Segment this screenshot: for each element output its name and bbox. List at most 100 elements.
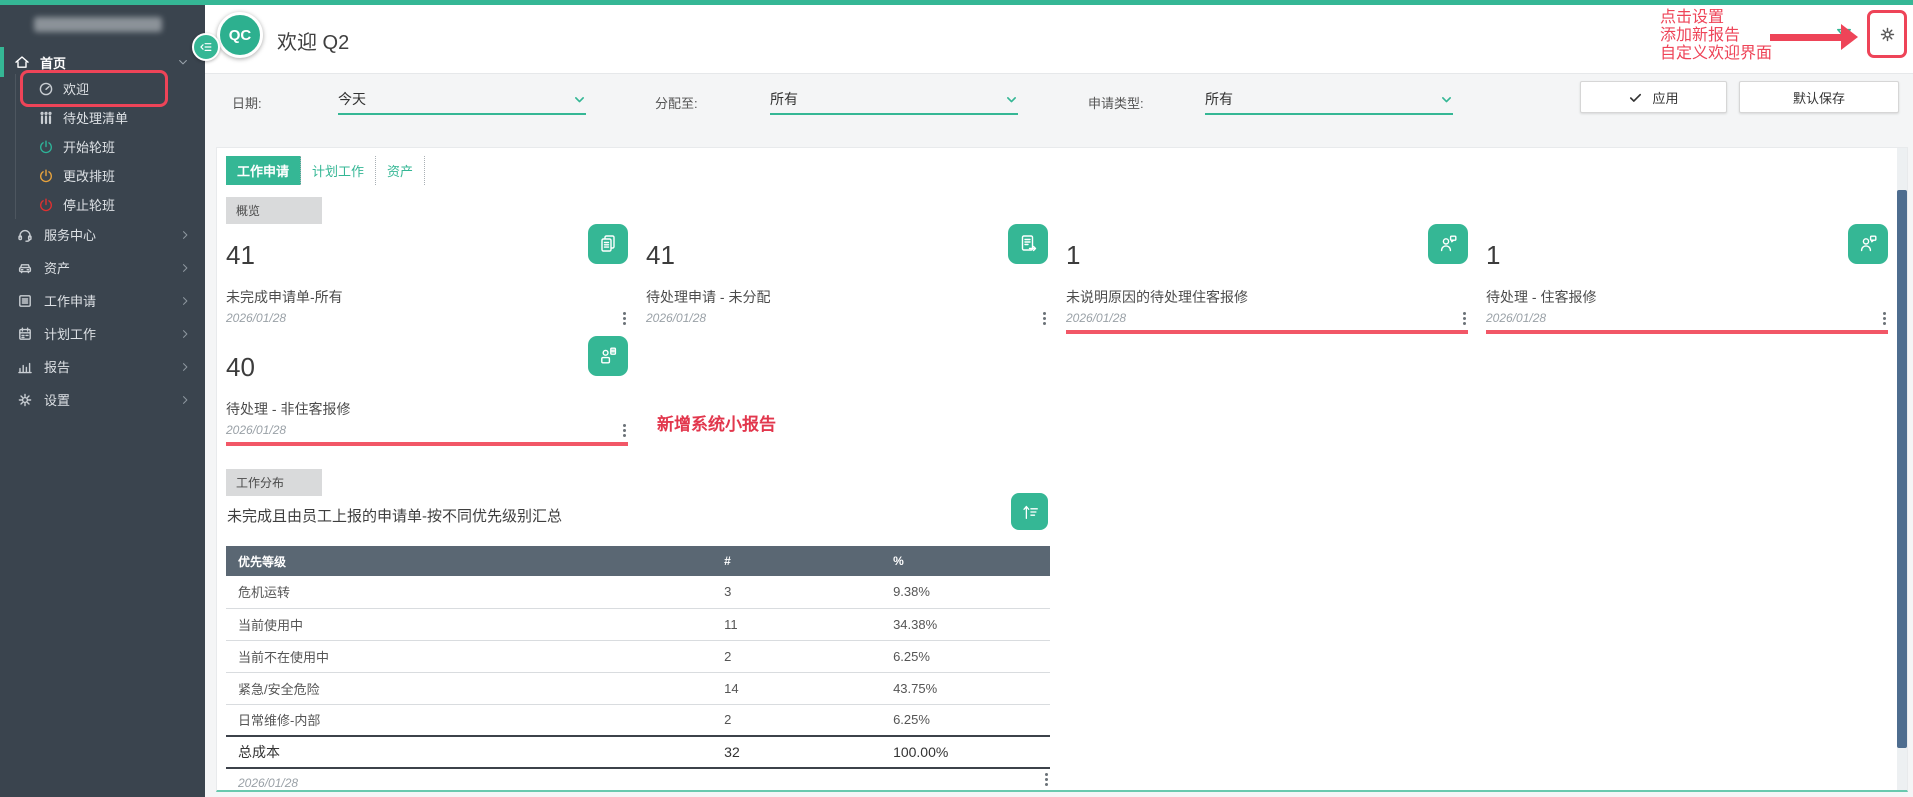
date-filter-label: 日期: [232, 96, 262, 111]
sidebar-item-label: 服务中心 [44, 228, 97, 243]
assigned-filter-select[interactable]: 所有 [770, 85, 1018, 115]
col-priority: 优先等级 [226, 546, 713, 576]
kpi-card-4[interactable]: 40 待处理 - 非住客报修 2026/01/28 [226, 336, 628, 446]
assigned-filter-label: 分配至: [655, 96, 698, 111]
sidebar-subitem-label: 停止轮班 [63, 198, 116, 213]
top-accent-bar [0, 0, 1913, 5]
kpi-date: 2026/01/28 [646, 311, 707, 325]
kpi-card-1[interactable]: 41 待处理申请 - 未分配 2026/01/28 [646, 224, 1048, 334]
chevron-right-icon [179, 295, 191, 307]
sidebar-item-home[interactable]: 首页 [0, 47, 205, 77]
type-filter-select[interactable]: 所有 [1205, 85, 1453, 115]
scrollbar-thumb[interactable] [1897, 190, 1907, 748]
table-row: 日常维修-内部 2 6.25% [226, 704, 1050, 737]
sidebar-item-label: 资产 [44, 261, 71, 276]
scrollbar-track[interactable] [1897, 148, 1907, 790]
settings-gear-icon[interactable] [1879, 26, 1896, 43]
chevron-down-icon [573, 93, 586, 106]
kpi-date: 2026/01/28 [1486, 311, 1547, 325]
sidebar-item-label: 工作申请 [44, 294, 97, 309]
sidebar-subitem-3[interactable]: 更改排班 [16, 161, 205, 190]
kpi-label: 待处理 - 非住客报修 [226, 401, 351, 417]
card-menu-dots[interactable] [623, 428, 626, 432]
avatar[interactable]: QC [217, 12, 263, 58]
check-icon [1628, 90, 1643, 105]
assigned-filter-value: 所有 [770, 91, 798, 107]
annotation-line: 自定义欢迎界面 [1660, 45, 1773, 62]
reports-icon [17, 359, 34, 375]
kpi-card-3[interactable]: 1 待处理 - 住客报修 2026/01/28 [1486, 224, 1888, 334]
work-request-icon [17, 293, 34, 309]
chevron-down-icon [177, 56, 189, 68]
kpi-label: 未说明原因的待处理住客报修 [1066, 289, 1248, 305]
sidebar-item-3[interactable]: 计划工作 [0, 317, 205, 350]
table-row: 当前使用中 11 34.38% [226, 608, 1050, 641]
kpi-cards: 41 未完成申请单-所有 2026/01/28 41 待处理申请 - 未分配 2… [226, 224, 1906, 446]
save-default-label: 默认保存 [1792, 90, 1845, 106]
sidebar-item-1[interactable]: 资产 [0, 251, 205, 284]
apply-button-label: 应用 [1652, 90, 1679, 106]
tab-2[interactable]: 资产 [376, 156, 426, 185]
sidebar-subitem-2[interactable]: 开始轮班 [16, 132, 205, 161]
card-menu-dots[interactable] [1883, 316, 1886, 320]
annotation-arrow [1770, 34, 1842, 41]
annotation-arrow-head [1841, 24, 1858, 50]
date-filter-select[interactable]: 今天 [338, 85, 586, 115]
table-row: 总成本 32 100.00% [226, 735, 1050, 769]
sidebar-item-0[interactable]: 服务中心 [0, 218, 205, 251]
card-menu-dots[interactable] [1463, 316, 1466, 320]
kpi-date: 2026/01/28 [1066, 311, 1127, 325]
sidebar-item-2[interactable]: 工作申请 [0, 284, 205, 317]
settings-icon [17, 392, 34, 408]
tab-1[interactable]: 计划工作 [301, 156, 377, 185]
power-change-icon [38, 168, 54, 184]
sidebar-subitem-1[interactable]: 待处理清单 [16, 103, 205, 132]
chevron-right-icon [179, 361, 191, 373]
kpi-value: 41 [646, 240, 675, 270]
kpi-value: 40 [226, 352, 255, 382]
sidebar-subitem-4[interactable]: 停止轮班 [16, 190, 205, 219]
header: QC 欢迎 Q2 点击设置 添加新报告 自定义欢迎界面 [205, 5, 1913, 74]
annotation-highlight-gear [1867, 10, 1907, 58]
kpi-value: 1 [1066, 240, 1081, 270]
table-row: 紧急/安全危险 14 43.75% [226, 672, 1050, 705]
kpi-card-0[interactable]: 41 未完成申请单-所有 2026/01/28 [226, 224, 628, 334]
table-header-row: 优先等级 # % [226, 546, 1050, 576]
type-filter-label: 申请类型: [1088, 96, 1144, 111]
sidebar-item-4[interactable]: 报告 [0, 350, 205, 383]
assets-icon [17, 260, 34, 276]
sidebar-item-5[interactable]: 设置 [0, 383, 205, 416]
card-menu-dots[interactable] [1043, 316, 1046, 320]
sidebar-collapse-button[interactable] [192, 33, 220, 61]
priority-table: 优先等级 # % 危机运转 3 9.38% 当前使用中 11 34.38% 当前… [226, 546, 1050, 769]
kpi-date: 2026/01/28 [226, 311, 287, 325]
app-logo [34, 17, 162, 32]
save-default-button[interactable]: 默认保存 [1739, 81, 1899, 113]
sidebar-subitem-0[interactable]: 欢迎 [16, 74, 205, 103]
table-row: 危机运转 3 9.38% [226, 576, 1050, 609]
sidebar-item-label: 报告 [44, 360, 71, 375]
sort-button[interactable] [1011, 493, 1048, 530]
guest-chat-icon [1848, 224, 1888, 264]
main-area: QC 欢迎 Q2 点击设置 添加新报告 自定义欢迎界面 日期: 今天 分配至: … [205, 5, 1913, 797]
overview-section-label: 概览 [226, 197, 322, 224]
chevron-right-icon [179, 394, 191, 406]
tab-bar: 工作申请 计划工作 资产 [226, 156, 426, 185]
guest-chat-icon [1428, 224, 1468, 264]
kpi-card-2[interactable]: 1 未说明原因的待处理住客报修 2026/01/28 [1066, 224, 1468, 334]
chevron-right-icon [179, 328, 191, 340]
service-center-icon [17, 227, 34, 243]
power-stop-icon [38, 197, 54, 213]
card-menu-dots[interactable] [623, 316, 626, 320]
table-date: 2026/01/28 [238, 776, 299, 790]
table-menu-dots[interactable] [1045, 778, 1048, 781]
home-submenu: 欢迎 待处理清单 开始轮班 更改排班 停止轮班 [15, 74, 205, 219]
pending-list-icon [38, 110, 54, 126]
apply-button[interactable]: 应用 [1580, 81, 1727, 113]
sidebar-subitem-label: 待处理清单 [63, 111, 129, 126]
sidebar-home-label: 首页 [40, 55, 67, 71]
tab-0[interactable]: 工作申请 [226, 156, 302, 185]
work-orders-stack-icon [588, 224, 628, 264]
sort-icon [1020, 502, 1040, 522]
annotation-settings-note: 点击设置 添加新报告 自定义欢迎界面 [1660, 9, 1772, 63]
